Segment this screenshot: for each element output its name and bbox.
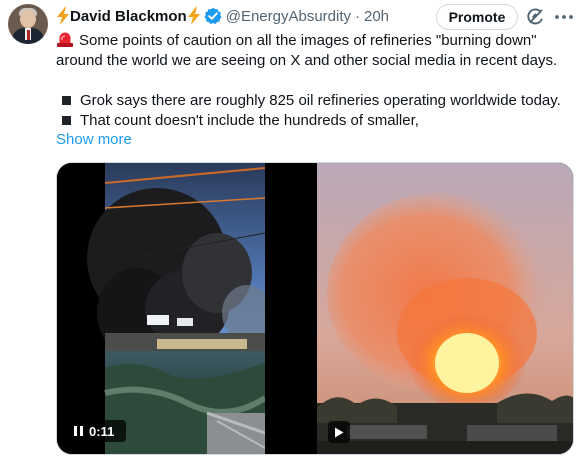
more-icon[interactable] [551,6,577,28]
video-2[interactable] [317,163,573,454]
video-1[interactable]: 0:11 [57,163,315,454]
bullet-item: That count doesn't include the hundreds … [56,111,419,131]
tweet-text-line-1: Some points of caution on all the images… [79,32,537,49]
play-icon[interactable] [334,427,344,438]
author-name[interactable]: David Blackmon [70,8,187,25]
avatar-face [20,10,36,28]
grok-icon[interactable] [524,6,546,28]
video-duration: 0:11 [89,423,115,439]
media-grid: 0:11 [56,162,574,455]
header-separator: · [355,7,360,25]
video-1-frame [57,163,315,454]
bullet-item-text: That count doesn't include the hundreds … [80,112,419,129]
video-play-badge[interactable] [328,421,350,443]
verified-badge-icon[interactable] [204,7,222,25]
police-light-icon [56,31,74,47]
show-more-link[interactable]: Show more [56,130,132,150]
pause-icon[interactable] [74,426,83,436]
video-duration-badge[interactable]: 0:11 [68,420,126,442]
bullet-square-icon [62,116,71,126]
bullet-square-icon [62,96,71,106]
author-avatar[interactable] [8,4,48,44]
avatar-tie [27,30,30,40]
promote-button[interactable]: Promote [436,4,518,30]
author-handle[interactable]: @EnergyAbsurdity [226,8,351,25]
tweet-text-line: Some points of caution on all the images… [56,31,537,51]
tweet-text-line-2: around the world we are seeing on X and … [56,52,558,69]
high-voltage-icon [56,7,70,25]
bullet-item: Grok says there are roughly 825 oil refi… [56,91,561,111]
bullet-item-text: Grok says there are roughly 825 oil refi… [80,92,561,109]
high-voltage-icon [187,7,201,25]
tweet-header: David Blackmon @EnergyAbsurdity · 20h [56,5,389,27]
video-2-frame [317,163,573,454]
tweet-timestamp[interactable]: 20h [364,8,389,25]
